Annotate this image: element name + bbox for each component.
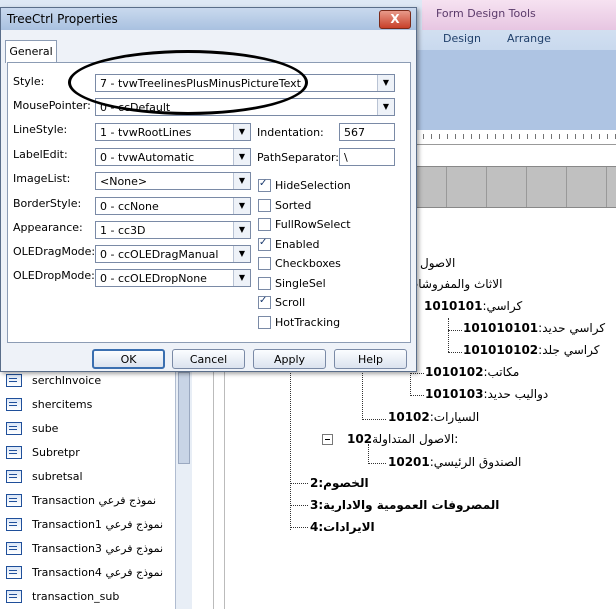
tree-node[interactable]: الخصوم:2 [310,476,369,490]
ok-button[interactable]: OK [92,349,165,369]
labeledit-select[interactable]: 0 - tvwAutomatic ▼ [95,148,251,166]
borderstyle-label: BorderStyle: [13,197,82,210]
horizontal-ruler [415,130,616,145]
mousepointer-label: MousePointer: [13,99,91,112]
checkbox-icon [258,257,271,270]
enabled-checkbox[interactable]: Enabled [258,237,319,251]
navigation-pane: serchInvoice shercitems sube Subretpr su… [0,370,175,609]
list-item[interactable]: Transaction4 نموذج فرعي [6,562,163,582]
tree-node[interactable]: الايرادات:4 [310,520,375,534]
form-icon [6,445,22,459]
checkbox-icon [258,199,271,212]
imagelist-select[interactable]: <None> ▼ [95,172,251,190]
hideselection-checkbox[interactable]: HideSelection [258,178,351,192]
form-header-band [415,166,616,208]
tree-node[interactable]: المصروفات العمومية والادارية:3 [310,498,499,512]
annotation-ellipse [68,50,308,115]
oledropmode-label: OLEDropMode: [13,269,95,282]
vertical-ruler [213,370,225,609]
cancel-button[interactable]: Cancel [172,349,245,369]
appearance-label: Appearance: [13,221,83,234]
checkbox-checked-icon [258,295,271,309]
list-item[interactable]: transaction_sub [6,586,119,606]
chevron-down-icon: ▼ [233,124,250,140]
oledragmode-label: OLEDragMode: [13,245,96,258]
checkbox-checked-icon [258,237,271,251]
checkbox-icon [258,316,271,329]
imagelist-label: ImageList: [13,172,71,185]
tab-design[interactable]: Design [443,32,481,45]
form-icon [6,517,22,531]
checkbox-checked-icon [258,178,271,192]
scroll-checkbox[interactable]: Scroll [258,295,305,309]
list-item[interactable]: Transaction1 نموذج فرعي [6,514,163,534]
oledragmode-select[interactable]: 0 - ccOLEDragManual ▼ [95,245,251,263]
form-icon [6,589,22,603]
list-item[interactable]: subretsal [6,466,83,486]
tree-node[interactable]: 101010102:كراسي جلد [463,343,599,357]
checkboxes-checkbox[interactable]: Checkboxes [258,257,341,270]
chevron-down-icon: ▼ [233,270,250,286]
checkbox-icon [258,277,271,290]
tab-arrange[interactable]: Arrange [507,32,551,45]
singlesel-checkbox[interactable]: SingleSel [258,277,326,290]
pathseparator-field[interactable]: \ [339,148,395,166]
apply-button[interactable]: Apply [253,349,326,369]
tree-node[interactable]: 10102:السيارات [388,410,479,424]
form-icon [6,469,22,483]
hottracking-checkbox[interactable]: HotTracking [258,316,340,329]
form-icon [6,373,22,387]
form-icon [6,493,22,507]
chevron-down-icon: ▼ [233,222,250,238]
list-item[interactable]: sube [6,418,58,438]
tree-node[interactable]: 1010103:دواليب حديد [425,387,548,401]
checkbox-icon [258,218,271,231]
design-surface-header [415,50,616,130]
tree-node[interactable]: 10201:الصندوق الرئيسي [388,455,521,469]
help-button[interactable]: Help [334,349,407,369]
style-label: Style: [13,75,45,88]
chevron-down-icon: ▼ [377,99,394,115]
close-button[interactable]: X [379,10,411,29]
chevron-down-icon: ▼ [233,246,250,262]
form-icon [6,397,22,411]
linestyle-select[interactable]: 1 - tvwRootLines ▼ [95,123,251,141]
tab-general[interactable]: General [5,40,57,63]
labeledit-label: LabelEdit: [13,148,68,161]
dialog-title: TreeCtrl Properties [7,12,118,26]
chevron-down-icon: ▼ [233,149,250,165]
pathseparator-label: PathSeparator: [257,151,339,164]
oledropmode-select[interactable]: 0 - ccOLEDropNone ▼ [95,269,251,287]
form-icon [6,421,22,435]
tree-node[interactable]: 102الاصول المتداولة: [347,432,458,446]
chevron-down-icon: ▼ [233,198,250,214]
tree-node[interactable]: 101010101:كراسي حديد [463,321,605,335]
list-item[interactable]: Transaction3 نموذج فرعي [6,538,163,558]
form-icon [6,565,22,579]
borderstyle-select[interactable]: 0 - ccNone ▼ [95,197,251,215]
form-icon [6,541,22,555]
indentation-label: Indentation: [257,126,324,139]
chevron-down-icon: ▼ [377,75,394,91]
tree-node[interactable]: 1010101:كراسي [424,299,522,313]
list-item[interactable]: serchInvoice [6,370,101,390]
nav-scrollbar-thumb[interactable] [178,372,190,464]
linestyle-label: LineStyle: [13,123,68,136]
appearance-select[interactable]: 1 - cc3D ▼ [95,221,251,239]
indentation-field[interactable]: 567 [339,123,395,141]
list-item[interactable]: Subretpr [6,442,80,462]
fullrowselect-checkbox[interactable]: FullRowSelect [258,218,351,231]
chevron-down-icon: ▼ [233,173,250,189]
list-item[interactable]: Transaction نموذج فرعي [6,490,156,510]
tree-node[interactable]: الاصول [420,256,455,270]
sorted-checkbox[interactable]: Sorted [258,199,311,212]
collapse-icon[interactable] [322,434,333,445]
list-item[interactable]: shercitems [6,394,92,414]
form-design-tools-title: Form Design Tools [436,7,536,20]
tree-node[interactable]: 1010102:مكاتب [425,365,519,379]
